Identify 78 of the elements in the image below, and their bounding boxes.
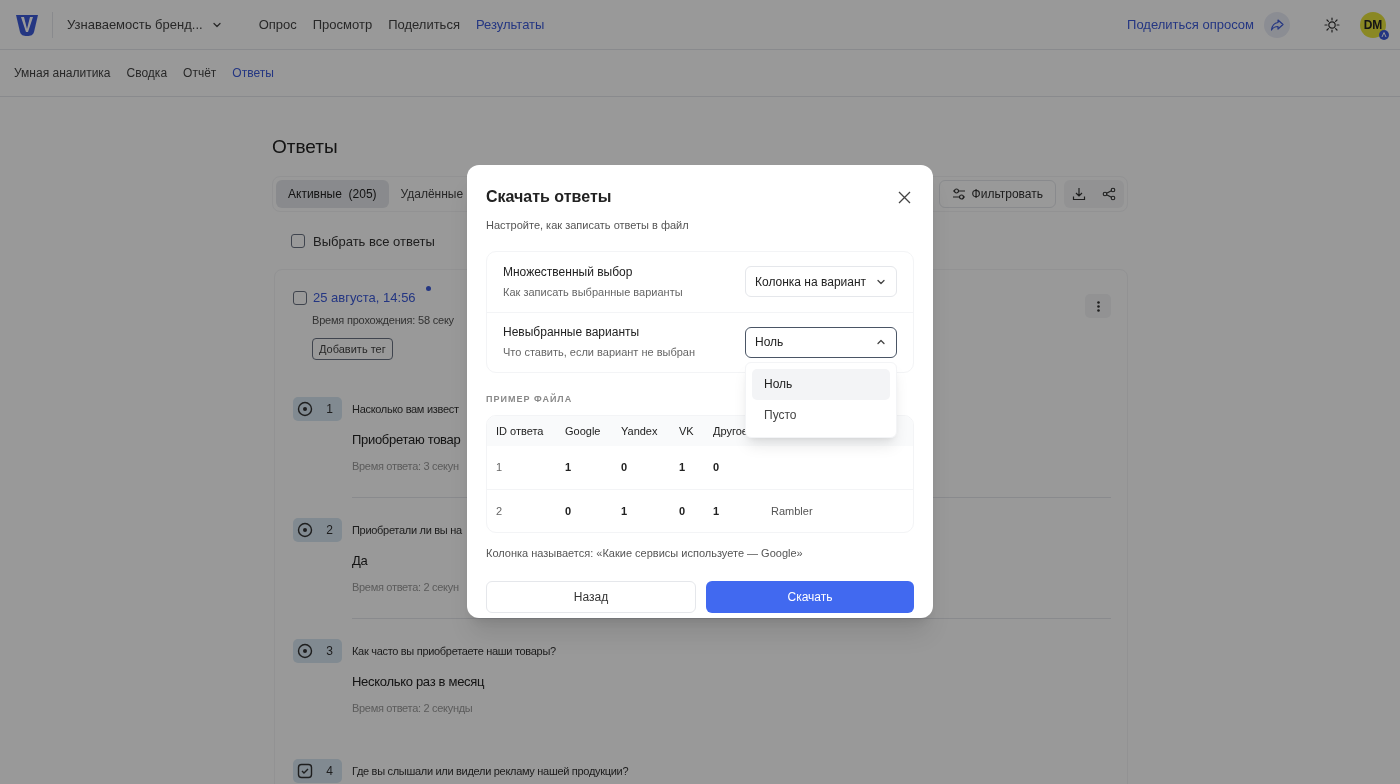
column-name-note: Колонка называется: «Какие сервисы используете — Google» xyxy=(486,546,804,561)
answer-time: Время ответа: 2 секун xyxy=(352,580,459,594)
nav-link[interactable]: Результаты xyxy=(475,14,545,35)
table-cell-text: 1 xyxy=(679,460,687,476)
share-survey-link[interactable]: Поделиться опросом xyxy=(1127,14,1254,35)
filter-button[interactable]: Фильтровать xyxy=(938,179,1056,208)
answer-time: Время ответа: 3 секун xyxy=(352,459,459,473)
dropdown-option[interactable]: Ноль xyxy=(752,368,890,400)
question-text: Насколько вам извест xyxy=(352,402,459,417)
table-cell-text: 0 xyxy=(713,460,721,476)
column-header: VK xyxy=(679,423,695,439)
dialog-title: Скачать ответы xyxy=(486,187,612,207)
answer-time: Время ответа: 2 секунды xyxy=(352,701,473,715)
question-badge: 2 xyxy=(293,518,342,542)
checkbox-icon xyxy=(297,763,313,779)
close-icon xyxy=(897,190,911,204)
answer-text: Несколько раз в месяц xyxy=(352,673,485,690)
response-checkbox[interactable] xyxy=(293,290,307,305)
user-avatar[interactable]: DM xyxy=(1360,11,1386,38)
column-header: ID ответа xyxy=(496,423,545,439)
sun-icon xyxy=(1324,16,1340,33)
dropdown-option[interactable]: Пусто xyxy=(752,399,890,431)
subnav-link[interactable]: Сводка xyxy=(126,64,168,82)
nav-link[interactable]: Поделиться xyxy=(388,14,460,35)
duration-text: Время прохождения: 58 секу xyxy=(312,312,454,328)
table-cell-text: 1 xyxy=(713,503,721,519)
tab[interactable]: Активные (205) xyxy=(276,179,389,208)
add-tag-button[interactable]: Добавить тег xyxy=(312,338,393,360)
question-badge: 1 xyxy=(293,397,342,421)
column-header: Google xyxy=(565,423,602,439)
setting-hint: Как записать выбранные варианты xyxy=(503,284,683,300)
download-button[interactable]: Скачать xyxy=(706,580,914,613)
setting-label: Множественный выбор xyxy=(503,263,634,281)
column-header: Yandex xyxy=(621,423,659,439)
question-badge: 3 xyxy=(293,639,342,663)
subnav-link[interactable]: Отчёт xyxy=(183,64,217,82)
more-options-button[interactable] xyxy=(1085,294,1111,318)
response-date-link[interactable]: 25 августа, 14:56 xyxy=(313,288,416,308)
share-button[interactable] xyxy=(1264,11,1290,38)
table-cell-text: 1 xyxy=(565,460,573,476)
setting-hint: Что ставить, если вариант не выбран xyxy=(503,345,696,361)
subnav-link[interactable]: Умная аналитика xyxy=(14,64,111,82)
question-text: Как часто вы приобретаете наши товары? xyxy=(352,644,556,659)
back-button[interactable]: Назад xyxy=(486,580,696,613)
table-cell-text: 0 xyxy=(679,503,687,519)
share-icon xyxy=(1102,186,1116,201)
table-cell-text: 2 xyxy=(496,503,504,519)
radio-icon xyxy=(297,643,313,659)
setting-label: Невыбранные варианты xyxy=(503,324,641,342)
nav-link[interactable]: Просмотр xyxy=(312,14,373,35)
radio-icon xyxy=(297,401,313,417)
subnav-link[interactable]: Ответы xyxy=(232,64,274,82)
survey-title-dropdown[interactable]: Узнаваемость бренд... xyxy=(67,14,223,35)
question-text: Где вы слышали или видели рекламу нашей продукции? xyxy=(352,764,629,779)
select-field[interactable]: Ноль xyxy=(745,326,897,358)
select-field[interactable]: Колонка на вариант xyxy=(745,266,897,297)
table-cell-text: 1 xyxy=(621,503,629,519)
radio-icon xyxy=(297,522,313,538)
nav-link[interactable]: Опрос xyxy=(258,14,297,35)
admin-badge-icon xyxy=(1379,29,1389,40)
answer-text: Приобретаю товар xyxy=(352,431,461,448)
select-all-label: Выбрать все ответы xyxy=(313,232,435,251)
kebab-icon xyxy=(1096,300,1100,312)
table-cell-text: 0 xyxy=(621,460,629,476)
sliders-icon xyxy=(951,186,966,201)
share-arrow-icon xyxy=(1270,17,1284,32)
question-badge: 4 xyxy=(293,759,342,783)
page-title: Ответы xyxy=(272,135,339,159)
download-icon xyxy=(1072,186,1086,201)
table-cell-text: 0 xyxy=(565,503,573,519)
table-cell-text: 1 xyxy=(496,460,504,476)
answer-text: Да xyxy=(352,552,368,569)
section-label: ПРИМЕР ФАЙЛА xyxy=(486,392,574,406)
tab[interactable]: Удалённые xyxy=(388,179,476,208)
dialog-subtitle: Настройте, как записать ответы в файл xyxy=(486,218,690,233)
question-text: Приобретали ли вы на xyxy=(352,523,462,538)
select-all-checkbox[interactable] xyxy=(291,234,305,249)
table-cell-text: Rambler xyxy=(771,503,813,519)
